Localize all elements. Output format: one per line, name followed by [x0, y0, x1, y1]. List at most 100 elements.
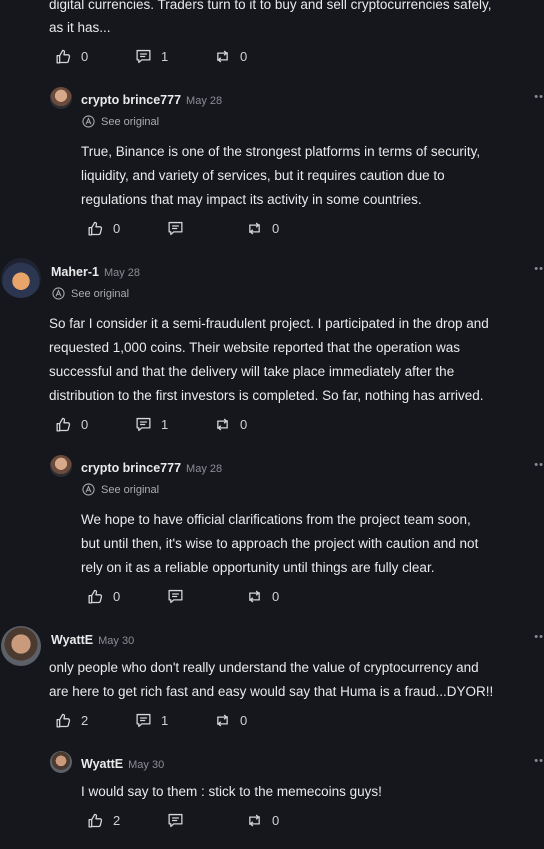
see-original-label: See original [71, 287, 130, 300]
like-button[interactable]: 0 [87, 220, 120, 237]
like-count: 0 [81, 49, 89, 64]
like-count: 2 [113, 813, 121, 828]
author-name[interactable]: Maher-1 [51, 265, 99, 279]
comment-text-line: only people who don't really understand … [49, 660, 479, 675]
translate-icon [82, 115, 95, 128]
comment-date: May 30 [98, 635, 135, 647]
thumbs-up-icon [87, 220, 104, 237]
comment-text-line: requested 1,000 coins. Their website rep… [49, 340, 461, 355]
avatar[interactable] [1, 258, 41, 298]
comment-text-line: liquidity, and variety of services, but … [81, 168, 445, 183]
see-original-link[interactable]: See original [82, 483, 159, 496]
like-count: 0 [81, 417, 89, 432]
repost-button[interactable]: 0 [214, 48, 247, 65]
avatar[interactable] [1, 626, 41, 666]
repost-count: 0 [240, 417, 248, 432]
like-button[interactable]: 0 [55, 416, 88, 433]
avatar[interactable] [50, 751, 72, 773]
author-name[interactable]: crypto brince777 [81, 461, 181, 475]
post-text-line: digital currencies. Traders turn to it t… [49, 0, 492, 12]
see-original-link[interactable]: See original [52, 287, 129, 300]
repost-count: 0 [272, 221, 280, 236]
like-count: 0 [113, 221, 121, 236]
see-original-label: See original [101, 115, 160, 128]
thumbs-up-icon [55, 48, 72, 65]
comment-date: May 28 [186, 463, 223, 475]
comment-text-line: So far I consider it a semi-fraudulent p… [49, 316, 489, 331]
like-button[interactable]: 0 [87, 588, 120, 605]
comment-date: May 30 [128, 759, 165, 771]
translate-icon [52, 287, 65, 300]
comment-button[interactable]: 1 [135, 712, 168, 729]
comment-text-line: rely on it as a reliable opportunity unt… [81, 560, 435, 575]
like-count: 2 [81, 713, 89, 728]
repost-icon [246, 220, 263, 237]
comment-header: WyattE May 30 [51, 631, 134, 649]
author-name[interactable]: WyattE [51, 633, 93, 647]
comment-count: 1 [161, 417, 169, 432]
thumbs-up-icon [55, 416, 72, 433]
post-text-line: as it has... [49, 20, 111, 35]
repost-icon [246, 588, 263, 605]
comment-text-line: but until then, it's wise to approach th… [81, 536, 479, 551]
repost-icon [246, 812, 263, 829]
author-name[interactable]: crypto brince777 [81, 93, 181, 107]
repost-button[interactable]: 0 [214, 416, 247, 433]
comment-icon [167, 812, 184, 829]
repost-button[interactable]: 0 [246, 812, 279, 829]
thumbs-up-icon [55, 712, 72, 729]
more-options-icon[interactable]: • • [534, 263, 543, 275]
comment-feed: digital currencies. Traders turn to it t… [0, 0, 544, 849]
comment-button[interactable] [167, 588, 184, 605]
avatar[interactable] [50, 455, 72, 477]
comment-icon [167, 588, 184, 605]
comment-icon [135, 712, 152, 729]
comment-button[interactable] [167, 812, 184, 829]
repost-button[interactable]: 0 [246, 220, 279, 237]
comment-button[interactable]: 1 [135, 48, 168, 65]
comment-text-line: are here to get rich fast and easy would… [49, 684, 494, 699]
repost-icon [214, 48, 231, 65]
comment-count: 1 [161, 49, 169, 64]
more-options-icon[interactable]: • • [534, 755, 543, 767]
translate-icon [82, 483, 95, 496]
repost-count: 0 [240, 713, 248, 728]
thumbs-up-icon [87, 588, 104, 605]
repost-button[interactable]: 0 [214, 712, 247, 729]
avatar[interactable] [50, 87, 72, 109]
comment-text-line: I would say to them : stick to the memec… [81, 784, 382, 799]
comment-button[interactable] [167, 220, 184, 237]
repost-count: 0 [272, 813, 280, 828]
comment-header: Maher-1 May 28 [51, 263, 140, 281]
comment-date: May 28 [186, 95, 223, 107]
comment-button[interactable]: 1 [135, 416, 168, 433]
comment-icon [135, 48, 152, 65]
comment-count: 1 [161, 713, 169, 728]
thumbs-up-icon [87, 812, 104, 829]
comment-text-line: distribution to the first investors is c… [49, 388, 484, 403]
more-options-icon[interactable]: • • [534, 91, 543, 103]
repost-count: 0 [240, 49, 248, 64]
like-count: 0 [113, 589, 121, 604]
comment-icon [135, 416, 152, 433]
comment-text-line: regulations that may impact its activity… [81, 192, 422, 207]
comment-header: crypto brince777 May 28 [81, 91, 222, 109]
comment-icon [167, 220, 184, 237]
like-button[interactable]: 2 [55, 712, 88, 729]
see-original-link[interactable]: See original [82, 115, 159, 128]
like-button[interactable]: 2 [87, 812, 120, 829]
more-options-icon[interactable]: • • [534, 459, 543, 471]
comment-header: crypto brince777 May 28 [81, 459, 222, 477]
repost-icon [214, 712, 231, 729]
repost-button[interactable]: 0 [246, 588, 279, 605]
comment-text-line: True, Binance is one of the strongest pl… [81, 144, 481, 159]
like-button[interactable]: 0 [55, 48, 88, 65]
author-name[interactable]: WyattE [81, 757, 123, 771]
repost-icon [214, 416, 231, 433]
repost-count: 0 [272, 589, 280, 604]
more-options-icon[interactable]: • • [534, 631, 543, 643]
comment-text-line: We hope to have official clarifications … [81, 512, 471, 527]
comment-date: May 28 [103, 267, 141, 279]
see-original-label: See original [101, 483, 160, 496]
comment-header: WyattE May 30 [81, 755, 164, 773]
